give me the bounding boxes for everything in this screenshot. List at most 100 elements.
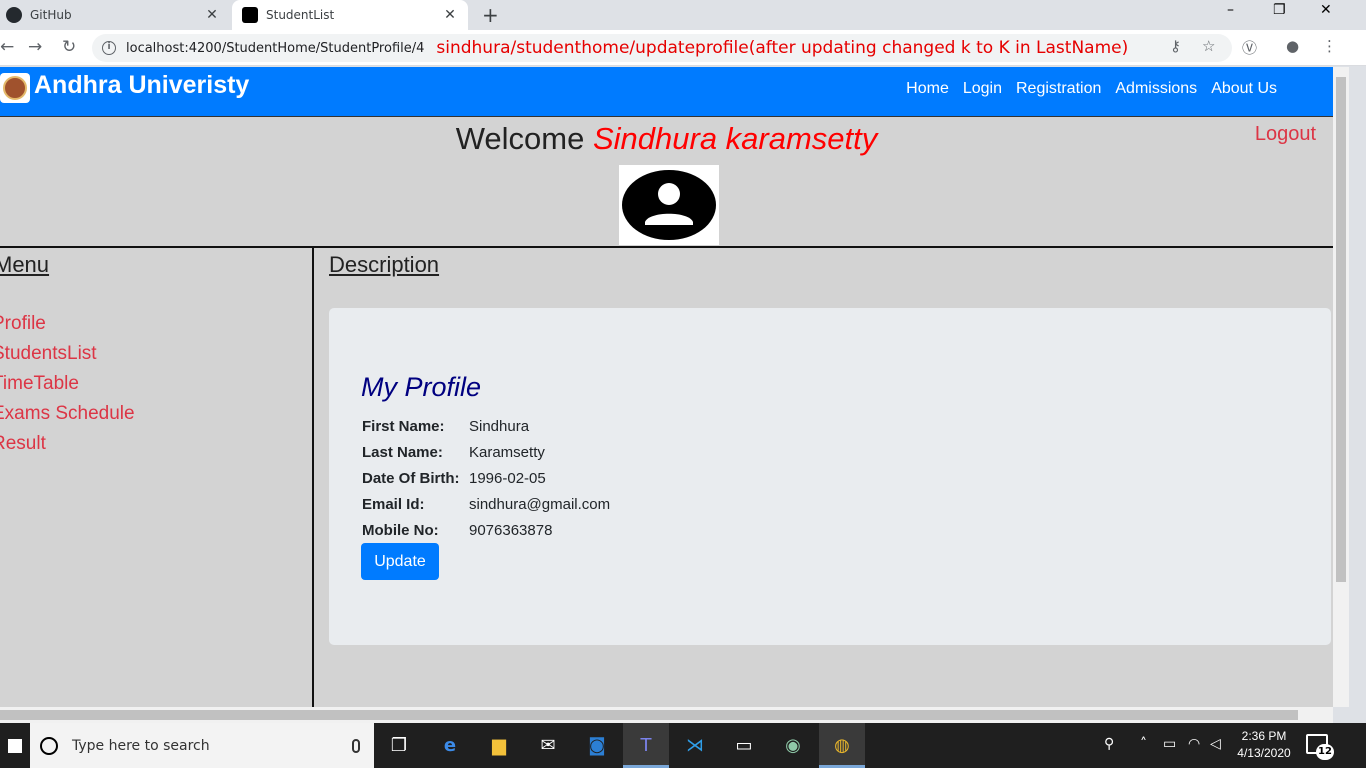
horizontal-scrollbar[interactable] [0, 707, 1333, 723]
tab-studentlist[interactable]: StudentList ✕ [232, 0, 468, 30]
field-last-name: Last Name: Karamsetty [362, 444, 545, 461]
vscode-icon[interactable]: ⋊ [682, 732, 708, 758]
close-icon[interactable]: ✕ [202, 7, 222, 23]
page-viewport: Andhra Univeristy Home Login Registratio… [0, 67, 1349, 707]
terminal-icon[interactable]: ▭ [731, 732, 757, 758]
extension-icon[interactable]: Ⓥ [1242, 37, 1257, 58]
field-value: 1996-02-05 [469, 470, 546, 487]
file-explorer-icon[interactable]: ▆ [486, 732, 512, 758]
annotation-text: sindhura/studenthome/updateprofile(after… [436, 38, 1129, 58]
globe-app-icon[interactable]: ◉ [780, 732, 806, 758]
people-icon[interactable]: ⚲ [1104, 736, 1114, 752]
windows-icon [8, 738, 22, 753]
field-label: Date Of Birth: [362, 470, 460, 487]
field-date-of-birth: Date Of Birth: 1996-02-05 [362, 470, 546, 487]
teams-icon[interactable]: T [633, 732, 659, 758]
field-value: Sindhura [469, 418, 530, 435]
address-bar[interactable]: i localhost:4200/StudentHome/StudentProf… [92, 34, 1232, 62]
chrome-icon[interactable]: ◍ [829, 732, 855, 758]
back-icon[interactable]: ← [0, 37, 14, 57]
avatar [619, 165, 719, 245]
window-close-button[interactable]: ✕ [1320, 2, 1332, 18]
github-icon [6, 7, 22, 23]
profile-card: My Profile First Name: Sindhura Last Name… [329, 308, 1331, 645]
clock-time: 2:36 PM [1241, 729, 1287, 743]
task-view-icon[interactable]: ❐ [386, 732, 412, 758]
nav-admissions[interactable]: Admissions [1115, 80, 1197, 98]
sidebar-item-studentslist[interactable]: StudentsList [0, 343, 135, 373]
taskbar-search-input[interactable]: Type here to search [30, 723, 374, 768]
field-label: Last Name: [362, 444, 443, 461]
field-value: sindhura@gmail.com [469, 496, 611, 513]
angular-icon [242, 7, 258, 23]
logout-link[interactable]: Logout [1255, 123, 1316, 146]
field-first-name: First Name: Sindhura [362, 418, 529, 435]
tab-title: StudentList [266, 8, 335, 22]
nav-login[interactable]: Login [963, 80, 1002, 98]
user-name: Sindhura karamsetty [592, 121, 878, 156]
sidebar-item-timetable[interactable]: TimeTable [0, 373, 135, 403]
start-button[interactable] [0, 723, 30, 768]
welcome-prefix: Welcome [455, 121, 585, 156]
key-icon[interactable]: ⚷ [1170, 37, 1181, 55]
minimize-button[interactable]: – [1227, 2, 1234, 18]
nav-about-us[interactable]: About Us [1211, 80, 1277, 98]
field-label: First Name: [362, 418, 445, 435]
field-label: Email Id: [362, 496, 425, 513]
navbar: Andhra Univeristy Home Login Registratio… [0, 67, 1333, 117]
sidebar-divider [312, 248, 314, 707]
profile-icon[interactable]: ● [1286, 37, 1299, 55]
field-label: Mobile No: [362, 522, 439, 539]
nav-home[interactable]: Home [906, 80, 949, 98]
header-divider [0, 246, 1333, 248]
outlook-icon[interactable]: ◙ [584, 732, 610, 758]
taskbar: Type here to search ❐ e ▆ ✉ ◙ T ⋊ ▭ ◉ ◍ … [0, 723, 1366, 768]
volume-icon[interactable]: ◁ [1210, 736, 1221, 752]
wifi-icon[interactable]: ◠ [1188, 736, 1200, 752]
welcome-heading: Welcome Sindhura karamsetty [0, 121, 1333, 157]
field-value: 9076363878 [469, 522, 553, 539]
menu-dots-icon[interactable]: ⋮ [1322, 37, 1337, 55]
url-text: localhost:4200/StudentHome/StudentProfil… [126, 40, 425, 56]
chevron-up-icon[interactable]: ˄ [1140, 736, 1147, 752]
university-logo-icon [0, 73, 30, 103]
clock-date: 4/13/2020 [1237, 746, 1291, 760]
tab-github[interactable]: GitHub ✕ [0, 0, 230, 30]
info-icon[interactable]: i [102, 41, 116, 55]
scrollbar-thumb[interactable] [0, 710, 1298, 720]
vertical-scrollbar[interactable] [1333, 67, 1349, 707]
nav-links: Home Login Registration Admissions About… [906, 80, 1277, 98]
sidebar-menu: Profile StudentsList TimeTable Exams Sch… [0, 313, 135, 463]
field-mobile: Mobile No: 9076363878 [362, 522, 552, 539]
mail-icon[interactable]: ✉ [535, 732, 561, 758]
search-placeholder: Type here to search [72, 737, 210, 754]
battery-icon[interactable]: ▭ [1163, 736, 1176, 752]
tab-title: GitHub [30, 8, 72, 22]
cortana-icon [40, 736, 58, 755]
user-avatar-icon [622, 170, 716, 240]
microphone-icon[interactable] [352, 738, 360, 753]
update-button[interactable]: Update [361, 543, 439, 580]
sidebar-item-exams-schedule[interactable]: Exams Schedule [0, 403, 135, 433]
nav-registration[interactable]: Registration [1016, 80, 1101, 98]
reload-icon[interactable]: ↻ [62, 37, 76, 57]
close-icon[interactable]: ✕ [440, 7, 460, 23]
scrollbar-thumb[interactable] [1336, 77, 1346, 582]
notification-badge: 12 [1316, 744, 1334, 760]
restore-button[interactable]: ❐ [1273, 2, 1286, 18]
field-value: Karamsetty [469, 444, 545, 461]
brand-title[interactable]: Andhra Univeristy [34, 71, 249, 100]
edge-icon[interactable]: e [437, 732, 463, 758]
profile-card-title: My Profile [361, 372, 482, 402]
system-clock[interactable]: 2:36 PM 4/13/2020 [1232, 728, 1296, 762]
browser-toolbar: ← → ↻ i localhost:4200/StudentHome/Stude… [0, 30, 1366, 66]
browser-tab-strip: GitHub ✕ StudentList ✕ + – ❐ ✕ [0, 0, 1366, 30]
star-icon[interactable]: ☆ [1202, 37, 1215, 55]
description-title: Description [329, 252, 440, 277]
field-email: Email Id: sindhura@gmail.com [362, 496, 610, 513]
sidebar-item-profile[interactable]: Profile [0, 313, 135, 343]
new-tab-button[interactable]: + [482, 3, 499, 27]
menu-title: Menu [0, 252, 50, 277]
forward-icon[interactable]: → [28, 37, 42, 57]
sidebar-item-result[interactable]: Result [0, 433, 135, 463]
